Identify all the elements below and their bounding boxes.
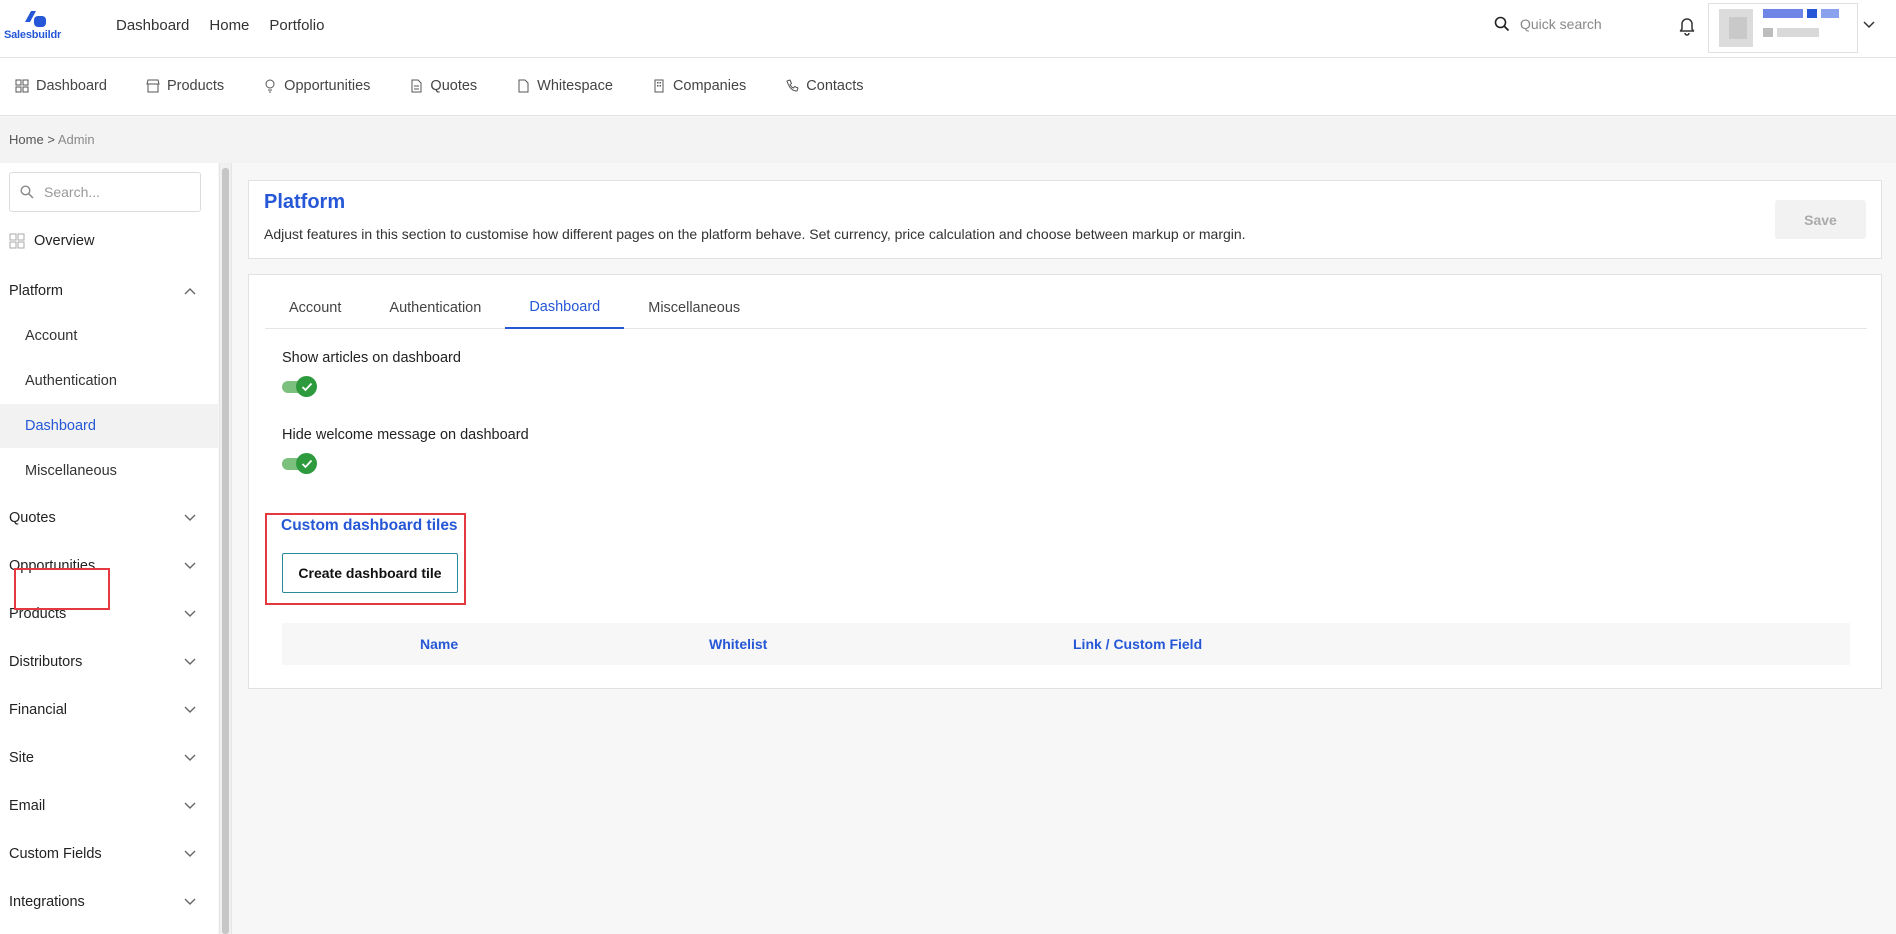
chevron-down-icon bbox=[184, 514, 196, 521]
secnav-products[interactable]: Products bbox=[146, 78, 224, 94]
sidebar-section-integrations[interactable]: Integrations bbox=[0, 882, 218, 922]
grid-icon bbox=[9, 233, 25, 249]
bell-icon[interactable] bbox=[1678, 16, 1696, 36]
topnav-portfolio[interactable]: Portfolio bbox=[269, 17, 324, 34]
secnav-dashboard[interactable]: Dashboard bbox=[15, 78, 107, 94]
top-nav: Dashboard Home Portfolio bbox=[116, 17, 324, 34]
search-icon bbox=[20, 185, 34, 199]
tab-miscellaneous[interactable]: Miscellaneous bbox=[624, 287, 764, 329]
sidebar-item-account[interactable]: Account bbox=[0, 314, 218, 358]
file-icon bbox=[518, 79, 529, 93]
dashboard-highlight-box bbox=[14, 568, 110, 610]
top-bar: Salesbuildr Dashboard Home Portfolio Qui… bbox=[0, 0, 1896, 58]
save-button[interactable]: Save bbox=[1775, 200, 1866, 239]
sidebar-item-authentication[interactable]: Authentication bbox=[0, 359, 218, 403]
breadcrumb-bar: Home > Admin bbox=[0, 117, 1896, 163]
chevron-down-icon bbox=[184, 706, 196, 713]
chevron-down-icon bbox=[184, 898, 196, 905]
tab-account[interactable]: Account bbox=[265, 287, 365, 329]
breadcrumb-home[interactable]: Home bbox=[9, 132, 44, 147]
sidebar-search-input[interactable] bbox=[44, 184, 184, 200]
lightbulb-icon bbox=[265, 79, 275, 93]
chevron-down-icon bbox=[184, 850, 196, 857]
phone-icon bbox=[786, 79, 799, 92]
sidebar-item-overview[interactable]: Overview bbox=[9, 233, 94, 249]
page-title: Platform bbox=[264, 191, 346, 213]
show-articles-toggle[interactable] bbox=[282, 375, 318, 397]
sidebar-section-distributors[interactable]: Distributors bbox=[0, 642, 218, 682]
hide-welcome-toggle[interactable] bbox=[282, 452, 318, 474]
sidebar-scrollbar-thumb[interactable] bbox=[222, 168, 229, 934]
secnav-opportunities[interactable]: Opportunities bbox=[263, 78, 370, 94]
user-menu[interactable] bbox=[1708, 3, 1858, 53]
chevron-up-icon bbox=[184, 288, 196, 295]
sidebar-search[interactable] bbox=[9, 172, 201, 212]
chevron-down-icon bbox=[184, 802, 196, 809]
sidebar-item-dashboard[interactable]: Dashboard bbox=[0, 404, 218, 448]
breadcrumb-current: Admin bbox=[57, 132, 95, 147]
secnav-whitespace[interactable]: Whitespace bbox=[516, 78, 613, 94]
avatar bbox=[1719, 9, 1753, 47]
tiles-table-header: Name Whitelist Link / Custom Field bbox=[282, 623, 1850, 665]
sidebar-section-email[interactable]: Email bbox=[0, 786, 218, 826]
quick-search-placeholder[interactable]: Quick search bbox=[1520, 16, 1602, 32]
user-name-blur bbox=[1763, 9, 1803, 18]
page-description: Adjust features in this section to custo… bbox=[264, 226, 1246, 242]
chevron-down-icon bbox=[184, 658, 196, 665]
sidebar-section-platform[interactable]: Platform bbox=[0, 271, 218, 311]
column-header-link[interactable]: Link / Custom Field bbox=[1073, 636, 1202, 652]
chevron-down-icon bbox=[184, 610, 196, 617]
show-articles-label: Show articles on dashboard bbox=[282, 350, 461, 366]
dashboard-settings-card: Account Authentication Dashboard Miscell… bbox=[248, 274, 1882, 689]
sidebar-section-site[interactable]: Site bbox=[0, 738, 218, 778]
search-icon bbox=[1494, 16, 1510, 32]
custom-tiles-title: Custom dashboard tiles bbox=[281, 517, 458, 534]
chevron-down-icon[interactable] bbox=[1862, 20, 1876, 30]
check-icon bbox=[301, 459, 312, 468]
breadcrumb: Home > Admin bbox=[9, 132, 95, 147]
platform-header-card: Platform Adjust features in this section… bbox=[248, 180, 1882, 259]
topnav-home[interactable]: Home bbox=[209, 17, 249, 34]
sidebar-section-quotes[interactable]: Quotes bbox=[0, 498, 218, 538]
column-header-whitelist[interactable]: Whitelist bbox=[709, 636, 767, 652]
create-dashboard-tile-button[interactable]: Create dashboard tile bbox=[282, 553, 458, 593]
store-icon bbox=[146, 79, 160, 93]
brand-name: Salesbuildr bbox=[4, 29, 62, 41]
tab-dashboard[interactable]: Dashboard bbox=[505, 287, 625, 329]
building-icon bbox=[654, 79, 664, 93]
topnav-dashboard[interactable]: Dashboard bbox=[116, 17, 189, 34]
secnav-quotes[interactable]: Quotes bbox=[409, 78, 477, 94]
check-icon bbox=[301, 382, 312, 391]
hide-welcome-label: Hide welcome message on dashboard bbox=[282, 427, 529, 443]
secnav-companies[interactable]: Companies bbox=[652, 78, 746, 94]
sidebar-item-miscellaneous[interactable]: Miscellaneous bbox=[0, 449, 218, 493]
brand-logo[interactable]: Salesbuildr bbox=[4, 8, 66, 44]
tab-authentication[interactable]: Authentication bbox=[365, 287, 505, 329]
document-icon bbox=[411, 79, 422, 93]
sidebar-section-custom-fields[interactable]: Custom Fields bbox=[0, 834, 218, 874]
grid-icon bbox=[15, 79, 29, 93]
column-header-name[interactable]: Name bbox=[420, 636, 458, 652]
user-role-blur bbox=[1763, 28, 1773, 37]
secnav-contacts[interactable]: Contacts bbox=[785, 78, 864, 94]
settings-tabs: Account Authentication Dashboard Miscell… bbox=[265, 287, 1867, 329]
quick-search[interactable]: Quick search bbox=[1494, 16, 1602, 32]
secondary-nav: Dashboard Products Opportunities Quotes … bbox=[0, 58, 1896, 116]
logo-mark-icon bbox=[25, 11, 46, 27]
sidebar-section-financial[interactable]: Financial bbox=[0, 690, 218, 730]
chevron-down-icon bbox=[184, 562, 196, 569]
admin-sidebar: Overview Platform Account Authentication… bbox=[0, 163, 218, 934]
chevron-down-icon bbox=[184, 754, 196, 761]
